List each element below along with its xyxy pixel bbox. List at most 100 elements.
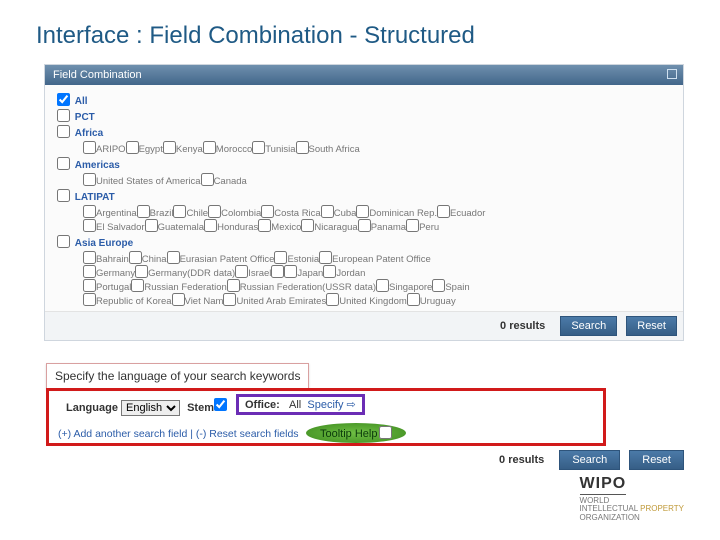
country-checkbox-input[interactable] [135, 265, 148, 278]
country-checkbox-input[interactable] [145, 219, 158, 232]
country-checkbox-input[interactable] [131, 279, 144, 292]
country-checkbox[interactable]: Spain [432, 279, 469, 293]
country-checkbox[interactable]: Viet Nam [172, 293, 224, 307]
country-checkbox-input[interactable] [432, 279, 445, 292]
country-checkbox[interactable]: Bahrain [83, 251, 129, 265]
country-checkbox-input[interactable] [83, 205, 96, 218]
country-checkbox[interactable]: Egypt [126, 141, 163, 155]
country-checkbox-input[interactable] [296, 141, 309, 154]
country-checkbox[interactable]: Mexico [258, 219, 301, 233]
country-checkbox-input[interactable] [321, 205, 334, 218]
country-checkbox-input[interactable] [301, 219, 314, 232]
country-checkbox[interactable]: South Africa [296, 141, 360, 155]
country-checkbox-input[interactable] [261, 205, 274, 218]
country-checkbox-input[interactable] [83, 173, 96, 186]
country-checkbox-input[interactable] [227, 279, 240, 292]
checkbox-africa-input[interactable] [57, 125, 70, 138]
reset-button-upper[interactable]: Reset [626, 316, 677, 336]
country-checkbox-input[interactable] [274, 251, 287, 264]
country-checkbox-input[interactable] [258, 219, 271, 232]
country-checkbox-input[interactable] [326, 293, 339, 306]
country-checkbox[interactable]: Argentina [83, 205, 137, 219]
checkbox-asia-europe-input[interactable] [57, 235, 70, 248]
country-checkbox[interactable]: Guatemala [145, 219, 204, 233]
country-checkbox-input[interactable] [129, 251, 142, 264]
country-checkbox[interactable]: Canada [201, 173, 247, 187]
country-checkbox-input[interactable] [83, 219, 96, 232]
country-checkbox[interactable]: Germany [83, 265, 135, 279]
country-checkbox[interactable]: United Arab Emirates [223, 293, 326, 307]
reset-button-lower[interactable]: Reset [629, 450, 684, 470]
country-checkbox[interactable]: Germany(DDR data) [135, 265, 235, 279]
country-checkbox[interactable]: Uruguay [407, 293, 456, 307]
country-checkbox-input[interactable] [83, 293, 96, 306]
country-checkbox[interactable]: European Patent Office [319, 251, 431, 265]
checkbox-africa[interactable]: Africa [57, 125, 675, 139]
tooltip-help-checkbox[interactable] [379, 426, 392, 439]
country-checkbox[interactable]: Morocco [203, 141, 252, 155]
add-reset-fields-link[interactable]: (+) Add another search field | (-) Reset… [58, 428, 299, 440]
country-checkbox-input[interactable] [323, 265, 336, 278]
country-checkbox[interactable]: China [129, 251, 167, 265]
checkbox-latipat-input[interactable] [57, 189, 70, 202]
country-checkbox-input[interactable] [223, 293, 236, 306]
popout-icon[interactable] [667, 69, 677, 79]
country-checkbox[interactable]: Colombia [208, 205, 261, 219]
country-checkbox[interactable]: United Kingdom [326, 293, 407, 307]
country-checkbox-input[interactable] [358, 219, 371, 232]
country-checkbox[interactable]: Nicaragua [301, 219, 357, 233]
country-checkbox[interactable]: Japan [284, 265, 323, 279]
country-checkbox-input[interactable] [163, 141, 176, 154]
country-checkbox-input[interactable] [83, 265, 96, 278]
country-checkbox-input[interactable] [83, 251, 96, 264]
country-checkbox[interactable]: Israel [235, 265, 271, 279]
country-checkbox-input[interactable] [319, 251, 332, 264]
country-checkbox-input[interactable] [203, 141, 216, 154]
search-button-upper[interactable]: Search [560, 316, 617, 336]
language-select[interactable]: English [121, 400, 180, 416]
country-checkbox-input[interactable] [376, 279, 389, 292]
country-checkbox[interactable]: Ecuador [437, 205, 485, 219]
country-checkbox-input[interactable] [137, 205, 150, 218]
country-checkbox[interactable]: Chile [173, 205, 208, 219]
country-checkbox-input[interactable] [271, 265, 284, 278]
checkbox-americas[interactable]: Americas [57, 157, 675, 171]
country-checkbox-input[interactable] [83, 141, 96, 154]
stem-checkbox[interactable] [214, 398, 227, 411]
country-checkbox[interactable]: United States of America [83, 173, 201, 187]
checkbox-latipat[interactable]: LATIPAT [57, 189, 675, 203]
country-checkbox-input[interactable] [407, 293, 420, 306]
country-checkbox[interactable]: Honduras [204, 219, 258, 233]
office-specify-link[interactable]: Specify ⇨ [307, 399, 355, 411]
country-checkbox-input[interactable] [83, 279, 96, 292]
country-checkbox[interactable]: Tunisia [252, 141, 295, 155]
country-checkbox-input[interactable] [437, 205, 450, 218]
country-checkbox[interactable]: Kenya [163, 141, 203, 155]
country-checkbox[interactable]: Estonia [274, 251, 319, 265]
country-checkbox[interactable]: Eurasian Patent Office [167, 251, 275, 265]
checkbox-asia-europe[interactable]: Asia Europe [57, 235, 675, 249]
country-checkbox[interactable]: El Salvador [83, 219, 145, 233]
country-checkbox[interactable]: Dominican Rep. [356, 205, 437, 219]
country-checkbox[interactable]: Peru [406, 219, 439, 233]
country-checkbox-input[interactable] [172, 293, 185, 306]
country-checkbox-input[interactable] [201, 173, 214, 186]
country-checkbox[interactable]: Costa Rica [261, 205, 320, 219]
country-checkbox-input[interactable] [167, 251, 180, 264]
country-checkbox[interactable]: Jordan [323, 265, 365, 279]
country-checkbox[interactable]: ARIPO [83, 141, 126, 155]
country-checkbox-input[interactable] [406, 219, 419, 232]
checkbox-americas-input[interactable] [57, 157, 70, 170]
country-checkbox-input[interactable] [235, 265, 248, 278]
country-checkbox[interactable]: Portugal [83, 279, 131, 293]
country-checkbox-input[interactable] [356, 205, 369, 218]
country-checkbox-input[interactable] [126, 141, 139, 154]
country-checkbox[interactable]: Russian Federation [131, 279, 226, 293]
country-checkbox-input[interactable] [204, 219, 217, 232]
country-checkbox-input[interactable] [252, 141, 265, 154]
search-button-lower[interactable]: Search [559, 450, 620, 470]
country-checkbox[interactable]: Republic of Korea [83, 293, 172, 307]
country-checkbox-input[interactable] [284, 265, 297, 278]
checkbox-pct-input[interactable] [57, 109, 70, 122]
country-checkbox-input[interactable] [208, 205, 221, 218]
